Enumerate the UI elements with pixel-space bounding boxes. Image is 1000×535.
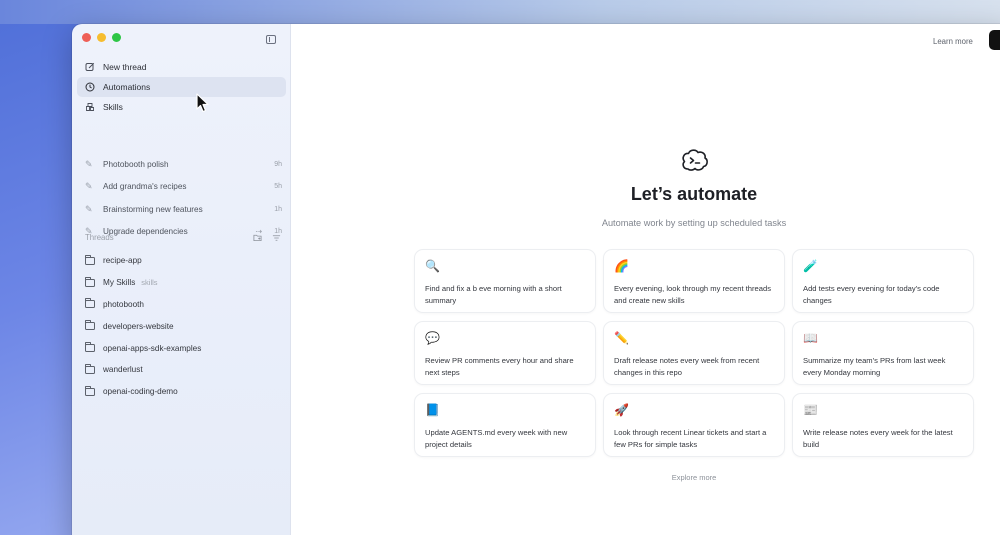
automation-card-text: Review PR comments every hour and share … xyxy=(425,356,574,377)
pinned-thread-time: 9h xyxy=(274,160,282,168)
pinned-threads: ✎ Photobooth polish 9h ✎ Add grandma's r… xyxy=(77,153,286,243)
threads-heading: Threads xyxy=(85,233,114,242)
thread-item[interactable]: developers-website xyxy=(77,315,286,337)
pinned-thread[interactable]: ✎ Brainstorming new features 1h xyxy=(77,198,286,221)
automation-card[interactable]: 💬 Review PR comments every hour and shar… xyxy=(414,321,596,385)
sidebar: New thread Automations Skills ✎ Photoboo… xyxy=(72,24,291,535)
automation-card-text: Add tests every evening for today's code… xyxy=(803,284,940,305)
automation-card-text: Draft release notes every week from rece… xyxy=(614,356,760,377)
skills-icon xyxy=(85,102,95,112)
thread-label: openai-coding-demo xyxy=(103,387,178,397)
folder-icon xyxy=(85,276,95,287)
page-title: Let’s automate xyxy=(630,184,758,204)
blue-book-icon: 📘 xyxy=(425,403,440,417)
edit-icon xyxy=(85,62,95,72)
thread-item[interactable]: openai-apps-sdk-examples xyxy=(77,337,286,359)
thread-item[interactable]: wanderlust xyxy=(77,359,286,381)
nav-label: Automations xyxy=(103,82,151,92)
open-book-icon: 📖 xyxy=(803,331,818,345)
automation-card-text: Summarize my team's PRs from last week e… xyxy=(803,356,946,377)
pinned-thread-time: 5h xyxy=(274,183,282,191)
terminal-cloud-icon xyxy=(680,147,710,173)
automation-card[interactable]: 🧪 Add tests every evening for today's co… xyxy=(792,249,974,313)
pencil-icon: ✏️ xyxy=(614,331,629,345)
nav-automations[interactable]: Automations xyxy=(77,77,286,97)
folder-icon xyxy=(85,254,95,265)
pin-icon: ✎ xyxy=(85,203,93,214)
folder-icon xyxy=(85,385,95,396)
automation-card[interactable]: 🔍 Find and fix a b eve morning with a sh… xyxy=(414,249,596,313)
magnifier-icon: 🔍 xyxy=(425,259,440,273)
folder-icon xyxy=(85,320,95,331)
automation-card[interactable]: 📖 Summarize my team's PRs from last week… xyxy=(792,321,974,385)
pinned-thread-label: Brainstorming new features xyxy=(103,204,203,214)
page-subtitle: Automate work by setting up scheduled ta… xyxy=(601,218,787,228)
sidebar-toggle-icon[interactable] xyxy=(266,35,276,44)
minimize-window-button[interactable] xyxy=(97,33,106,42)
explore-more-link[interactable]: Explore more xyxy=(511,473,877,482)
window-controls xyxy=(82,33,121,42)
primary-action-button[interactable] xyxy=(989,30,1000,50)
thread-label: wanderlust xyxy=(103,365,143,375)
nav-new-thread[interactable]: New thread xyxy=(77,57,286,77)
automation-card-text: Update AGENTS.md every week with new pro… xyxy=(425,428,568,449)
automation-card[interactable]: 🌈 Every evening, look through my recent … xyxy=(603,249,785,313)
nav-label: New thread xyxy=(103,62,147,72)
pinned-thread[interactable]: ✎ Photobooth polish 9h xyxy=(77,153,286,176)
speech-bubble-icon: 💬 xyxy=(425,331,440,345)
automation-card-text: Write release notes every week for the l… xyxy=(803,428,953,449)
thread-item[interactable]: openai-coding-demo xyxy=(77,381,286,403)
nav-skills[interactable]: Skills xyxy=(77,97,286,117)
filter-icon[interactable] xyxy=(272,234,281,242)
thread-label: photobooth xyxy=(103,299,144,309)
main-panel: Learn more Let’s automate Automate work … xyxy=(291,24,1000,535)
new-folder-icon[interactable] xyxy=(253,234,262,242)
thread-label: openai-apps-sdk-examples xyxy=(103,343,202,353)
pinned-thread[interactable]: ✎ Add grandma's recipes 5h xyxy=(77,176,286,199)
automation-card-text: Look through recent Linear tickets and s… xyxy=(614,428,767,449)
folder-icon xyxy=(85,342,95,353)
thread-item[interactable]: My Skills skills xyxy=(77,272,286,294)
rocket-icon: 🚀 xyxy=(614,403,629,417)
thread-item[interactable]: recipe-app xyxy=(77,250,286,272)
folder-icon xyxy=(85,298,95,309)
thread-label: My Skills xyxy=(103,278,136,288)
threads-header: Threads xyxy=(85,233,281,242)
pinned-thread-label: Add grandma's recipes xyxy=(103,182,187,192)
newspaper-icon: 📰 xyxy=(803,403,818,417)
thread-label: developers-website xyxy=(103,321,174,331)
automation-card[interactable]: 📘 Update AGENTS.md every week with new p… xyxy=(414,393,596,457)
primary-nav: New thread Automations Skills xyxy=(77,57,286,117)
rainbow-icon: 🌈 xyxy=(614,259,629,273)
nav-label: Skills xyxy=(103,102,123,112)
zoom-window-button[interactable] xyxy=(112,33,121,42)
automation-card-text: Every evening, look through my recent th… xyxy=(614,284,772,305)
mouse-cursor-icon xyxy=(196,93,209,113)
thread-item[interactable]: photobooth xyxy=(77,294,286,316)
thread-tag: skills xyxy=(141,278,158,288)
thread-label: recipe-app xyxy=(103,256,142,266)
pin-icon: ✎ xyxy=(85,158,93,169)
automation-card[interactable]: ✏️ Draft release notes every week from r… xyxy=(603,321,785,385)
close-window-button[interactable] xyxy=(82,33,91,42)
clock-icon xyxy=(85,82,95,92)
automation-card[interactable]: 🚀 Look through recent Linear tickets and… xyxy=(603,393,785,457)
pinned-thread-time: 1h xyxy=(274,205,282,213)
pinned-thread-label: Photobooth polish xyxy=(103,159,169,169)
automation-card-text: Find and fix a b eve morning with a shor… xyxy=(425,284,562,305)
app-window: New thread Automations Skills ✎ Photoboo… xyxy=(72,24,1000,535)
desktop-background xyxy=(0,0,1000,24)
thread-list: recipe-app My Skills skills photobooth d… xyxy=(77,250,286,403)
learn-more-link[interactable]: Learn more xyxy=(933,37,973,46)
automation-card[interactable]: 📰 Write release notes every week for the… xyxy=(792,393,974,457)
test-tube-icon: 🧪 xyxy=(803,259,818,273)
folder-icon xyxy=(85,363,95,374)
pin-icon: ✎ xyxy=(85,181,93,192)
